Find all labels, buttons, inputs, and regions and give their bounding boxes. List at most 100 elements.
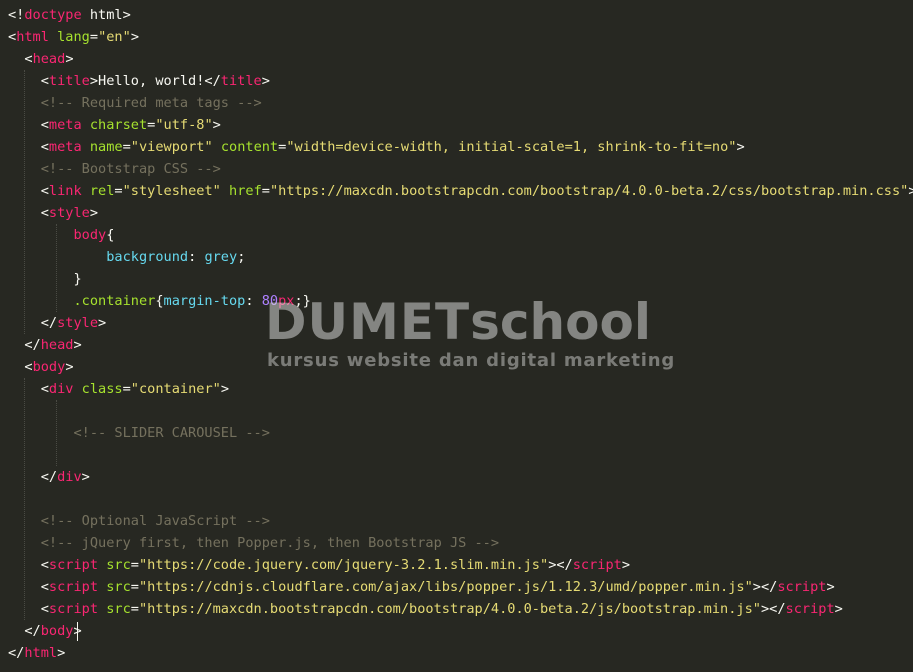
code-token: script [785,601,835,617]
code-token: background [106,249,189,265]
code-token: < [8,359,33,375]
code-line: <head> [8,48,74,70]
code-token: </ [8,337,41,353]
code-token: link [48,183,82,199]
code-token: "https://maxcdn.bootstrapcdn.com/bootstr… [269,183,909,199]
code-token: ></ [760,601,786,617]
code-line: <!-- Bootstrap CSS --> [8,158,221,180]
code-token: < [8,205,49,221]
code-token: < [8,73,49,89]
code-line: </body> [8,620,81,642]
code-token: ;} [294,293,311,309]
code-token: href [229,183,262,199]
code-line: <!-- jQuery first, then Popper.js, then … [8,532,499,554]
code-token: = [261,183,270,199]
code-token: > [621,557,631,573]
code-token: script [48,601,99,617]
code-line: <div class="container"> [8,378,229,400]
code-token: = [130,601,139,617]
code-token: html [24,645,58,661]
code-editor[interactable]: <!doctype html> <html lang="en"> <head> <… [0,0,913,672]
code-line: background: grey; [8,246,245,268]
code-token: </ [8,315,58,331]
code-token: </ [8,469,58,485]
code-token: { [155,293,164,309]
code-token: "https://cdnjs.cloudflare.com/ajax/libs/… [138,579,753,595]
code-token: } [8,271,82,287]
code-token: > [65,51,74,67]
code-token: margin-top [163,293,246,309]
code-token: > [261,73,270,89]
code-token: doctype [24,7,82,23]
code-line: <style> [8,202,98,224]
code-token: = [114,183,123,199]
code-line: <link rel="stylesheet" href="https://max… [8,180,913,202]
code-line: < script src="https://cdnjs.cloudflare.co… [8,576,835,598]
code-token: head [40,337,74,353]
code-token: html [16,29,49,45]
code-token: class [81,381,123,397]
code-token: style [48,205,90,221]
text-cursor [77,622,78,641]
code-token: content [220,139,279,155]
code-token: "https://maxcdn.bootstrapcdn.com/bootstr… [138,601,761,617]
code-token: "https://code.jquery.com/jquery-3.2.1.sl… [138,557,549,573]
code-token: { [106,227,115,243]
code-line: </style> [8,312,106,334]
code-line: <title>Hello, world!</title> [8,70,270,92]
code-line: <!-- SLIDER CAROUSEL --> [8,422,269,444]
code-token: <!-- Optional JavaScript --> [8,513,270,529]
code-token: < [8,51,33,67]
code-token: > [73,337,82,353]
code-token: 80 [261,293,279,309]
code-token: "stylesheet" [122,183,221,199]
code-line: <script src="https://code.jquery.com/jqu… [8,554,630,576]
code-token: > [736,139,745,155]
code-token: style [57,315,99,331]
code-token: head [32,51,66,67]
code-token: <!-- jQuery first, then Popper.js, then … [8,535,500,551]
code-token: div [57,469,82,485]
code-token: "en" [98,29,131,45]
code-token: < [8,579,49,595]
code-token: src [106,557,131,573]
code-line: </div> [8,466,90,488]
code-token: > [834,601,843,617]
code-token: charset [89,117,148,133]
code-token: div [48,381,74,397]
code-token: = [130,557,139,573]
code-token: ></ [548,557,573,573]
code-token: meta [48,117,82,133]
code-token: > [81,469,90,485]
code-token: = [130,579,139,595]
code-token: : [245,293,262,309]
code-token: "utf-8" [155,117,213,133]
code-token: html> [81,7,131,23]
code-token: < [8,183,49,199]
code-line: body{ [8,224,114,246]
code-token: < [8,557,49,573]
code-token: script [777,579,827,595]
code-token: > [212,117,221,133]
code-token: = [89,29,99,45]
code-token: src [106,579,131,595]
code-token: grey [204,249,238,265]
code-token: ; [237,249,246,265]
code-token: body [40,623,74,639]
code-token: body [73,227,107,243]
code-token: < [8,381,49,397]
code-token: body [32,359,66,375]
code-token: </ [8,645,25,661]
code-token: script [48,557,99,573]
code-token: src [106,601,131,617]
code-token: title [48,73,90,89]
